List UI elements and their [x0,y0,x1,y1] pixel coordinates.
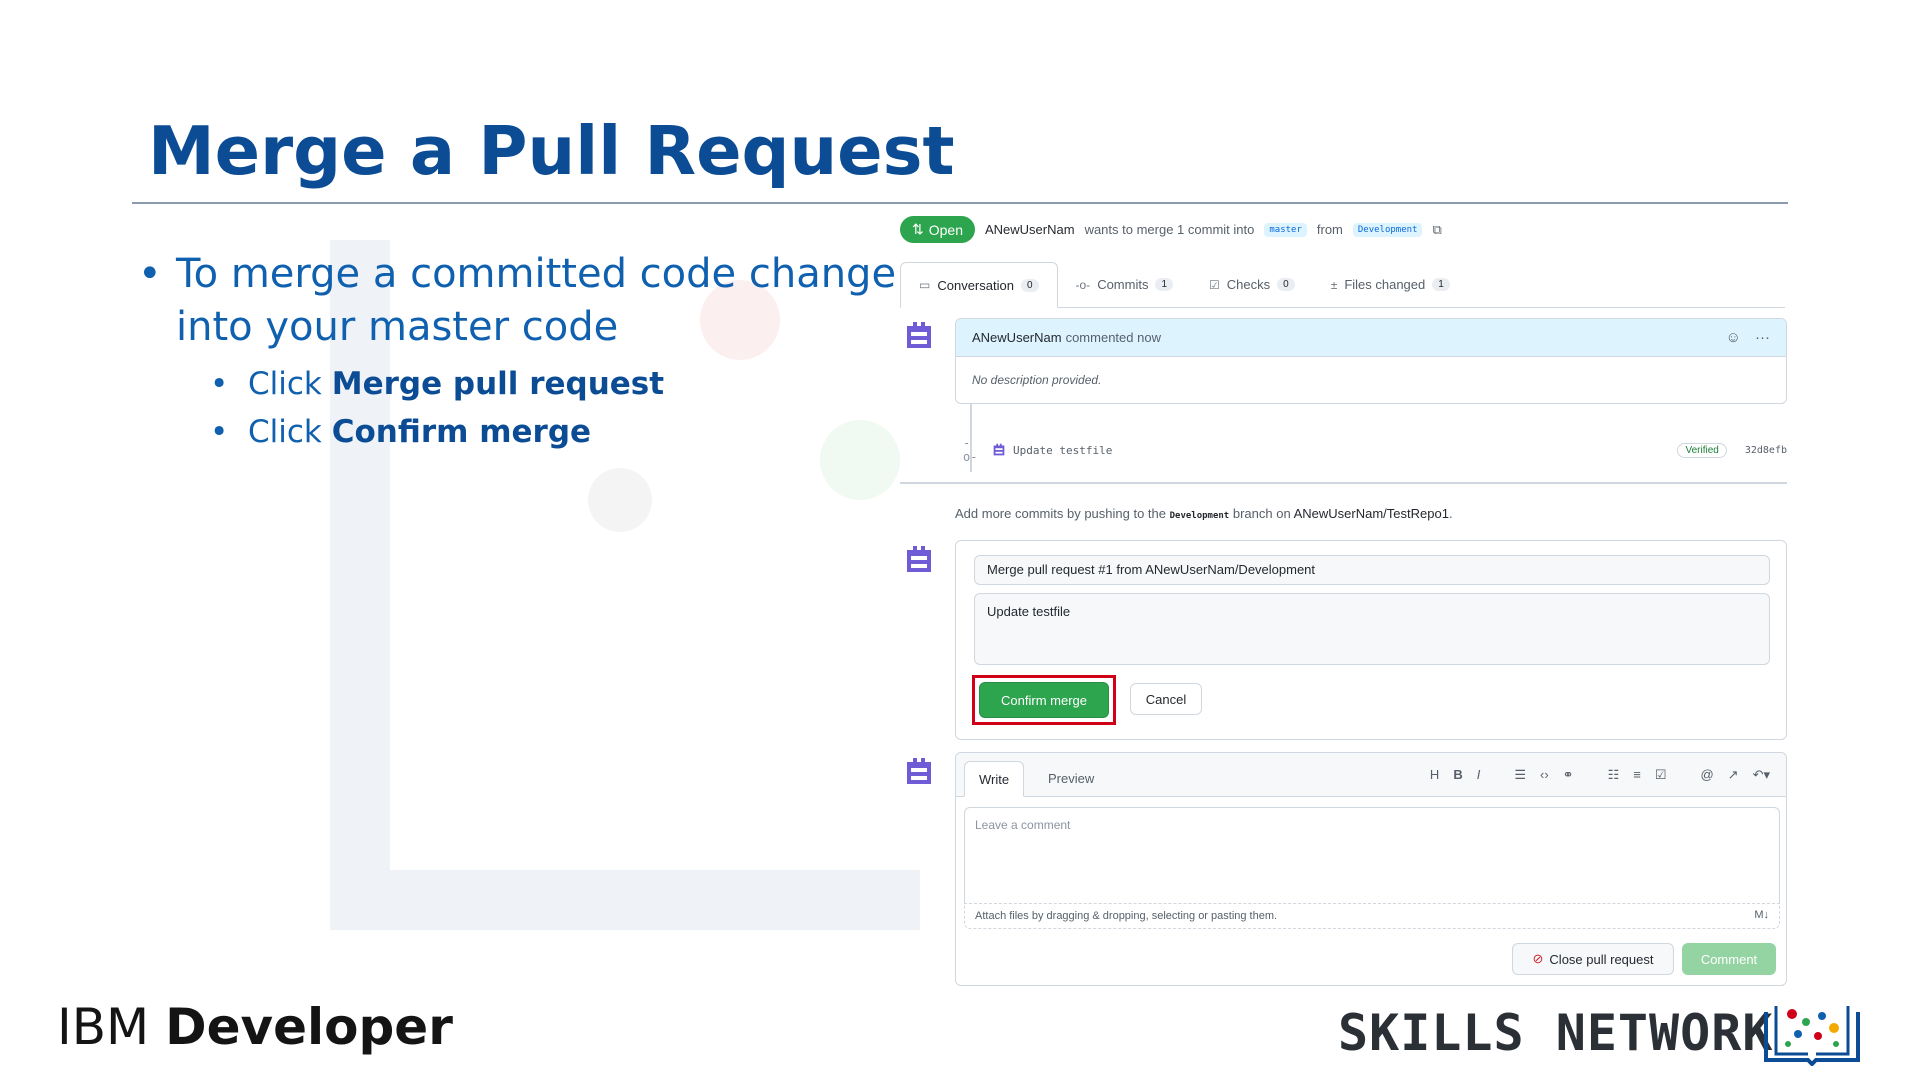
comment-header: ANewUserNam commented now ☺ ··· [956,319,1786,357]
new-comment-form: Write Preview H B I ☰ ‹› ⚭ ☷ ≡ ☑ @ ↗ ↶▾ … [955,752,1787,986]
push-note-suffix: . [1448,506,1453,521]
tab-files-changed[interactable]: ± Files changed 1 [1313,262,1468,307]
comment-meta: commented now [1065,330,1161,345]
tab-counter: 1 [1155,278,1174,291]
pr-description-comment: ANewUserNam commented now ☺ ··· No descr… [955,318,1787,404]
pr-tabs: ▭ Conversation 0 -o- Commits 1 ☑ Checks … [900,262,1785,308]
tab-commits[interactable]: -o- Commits 1 [1058,262,1192,307]
tab-counter: 1 [1432,278,1450,291]
bold-icon[interactable]: B [1453,767,1462,783]
tab-label: Conversation [937,277,1014,293]
avatar[interactable] [901,754,937,790]
pr-merge-text: wants to merge 1 commit into [1084,222,1255,237]
github-pr-screenshot: ⇅ Open ANewUserNam wants to merge 1 comm… [895,212,1790,992]
heading-icon[interactable]: H [1430,767,1439,783]
tab-counter: 0 [1277,278,1295,291]
avatar[interactable] [991,442,1007,458]
sub-bullet-strong: Confirm merge [331,414,592,450]
markdown-toolbar: H B I ☰ ‹› ⚭ ☷ ≡ ☑ @ ↗ ↶▾ [1430,767,1770,783]
avatar[interactable] [901,318,937,354]
comment-icon: ▭ [919,278,931,292]
pr-status-badge: ⇅ Open [900,216,975,243]
ibm-logo-text: IBM [57,998,150,1056]
copy-icon[interactable]: ⧉ [1432,222,1441,238]
tab-label: Files changed [1344,277,1426,292]
close-pr-label: Close pull request [1549,951,1654,967]
mention-icon[interactable]: @ [1700,767,1713,783]
comment-body: No description provided. [972,373,1102,387]
avatar[interactable] [901,542,937,578]
pr-header: ⇅ Open ANewUserNam wants to merge 1 comm… [900,216,1442,243]
quote-icon[interactable]: ☰ [1514,767,1526,783]
confirm-merge-highlight: Confirm merge [972,675,1116,725]
commit-message[interactable]: Update testfile [1013,444,1112,457]
numbered-list-icon[interactable]: ≡ [1633,767,1641,783]
cross-reference-icon[interactable]: ↗ [1728,767,1739,783]
tab-label: Commits [1097,277,1149,292]
sub-bullet-merge-pr: Click Merge pull request [210,360,898,408]
link-icon[interactable]: ⚭ [1563,767,1574,783]
commit-row: -o- Update testfile Verified 32d8efb [963,436,1787,464]
tab-counter: 0 [1020,278,1039,292]
tab-conversation[interactable]: ▭ Conversation 0 [900,262,1058,308]
markdown-icon[interactable]: M↓ [1754,909,1769,921]
sub-bullet-prefix: Click [248,366,332,402]
task-list-icon[interactable]: ☑ [1655,767,1667,783]
ibm-developer-logo: IBM Developer [57,998,453,1056]
bullet-list: To merge a committed code change into yo… [138,248,898,456]
base-branch[interactable]: master [1264,222,1307,237]
comment-author[interactable]: ANewUserNam [972,330,1062,345]
developer-logo-text: Developer [165,998,453,1056]
smiley-icon[interactable]: ☺ [1726,329,1741,346]
attach-files-bar[interactable]: Attach files by dragging & dropping, sel… [964,903,1780,929]
commit-icon: -o- [963,436,978,464]
bullet-list-icon[interactable]: ☷ [1608,767,1620,783]
code-icon[interactable]: ‹› [1540,767,1549,783]
push-note-repo[interactable]: ANewUserNam/TestRepo1 [1294,506,1449,521]
tab-checks[interactable]: ☑ Checks 0 [1191,262,1313,307]
title-divider [132,202,1788,204]
verified-badge[interactable]: Verified [1677,442,1727,458]
merge-form: Merge pull request #1 from ANewUserNam/D… [955,540,1787,740]
push-note: Add more commits by pushing to the Devel… [955,506,1453,521]
attach-note: Attach files by dragging & dropping, sel… [975,910,1278,922]
sub-bullet-confirm-merge: Click Confirm merge [210,408,898,456]
tab-preview[interactable]: Preview [1034,761,1108,797]
close-pull-request-button[interactable]: ⊘ Close pull request [1512,943,1674,975]
skills-network-logo: SKILLS NETWORK [1338,1004,1774,1062]
slide-title: Merge a Pull Request [148,112,955,190]
comment-textarea[interactable]: Leave a comment [964,807,1780,903]
cancel-button[interactable]: Cancel [1130,683,1202,715]
push-note-branch: Development [1169,511,1230,521]
sub-bullet-prefix: Click [248,414,332,450]
editor-tabs: Write Preview H B I ☰ ‹› ⚭ ☷ ≡ ☑ @ ↗ ↶▾ [956,753,1786,797]
kebab-menu-icon[interactable]: ··· [1755,329,1770,346]
merge-title-input[interactable]: Merge pull request #1 from ANewUserNam/D… [974,555,1770,585]
pr-from-text: from [1316,222,1343,237]
close-pr-icon: ⊘ [1532,951,1544,966]
pull-request-icon: ⇅ [912,221,924,237]
file-diff-icon: ± [1330,277,1338,292]
checklist-icon: ☑ [1209,277,1220,292]
skills-network-book-icon [1764,1006,1860,1066]
merge-message-textarea[interactable]: Update testfile [974,593,1770,665]
commit-sha[interactable]: 32d8efb [1745,445,1787,456]
tab-label: Checks [1226,277,1271,292]
push-note-prefix: Add more commits by pushing to the [955,506,1166,521]
timeline-divider [900,482,1787,484]
confirm-merge-button[interactable]: Confirm merge [979,682,1109,718]
sub-bullet-strong: Merge pull request [331,366,665,402]
comment-button[interactable]: Comment [1682,943,1776,975]
tab-write[interactable]: Write [964,761,1025,797]
push-note-middle: branch on [1232,506,1291,521]
head-branch[interactable]: Development [1352,222,1423,237]
pr-author[interactable]: ANewUserNam [985,222,1075,237]
reply-icon[interactable]: ↶▾ [1753,767,1770,783]
italic-icon[interactable]: I [1477,767,1481,783]
pr-status-label: Open [928,221,963,238]
bullet-main: To merge a committed code change into yo… [138,248,898,354]
commit-icon: -o- [1075,277,1091,292]
